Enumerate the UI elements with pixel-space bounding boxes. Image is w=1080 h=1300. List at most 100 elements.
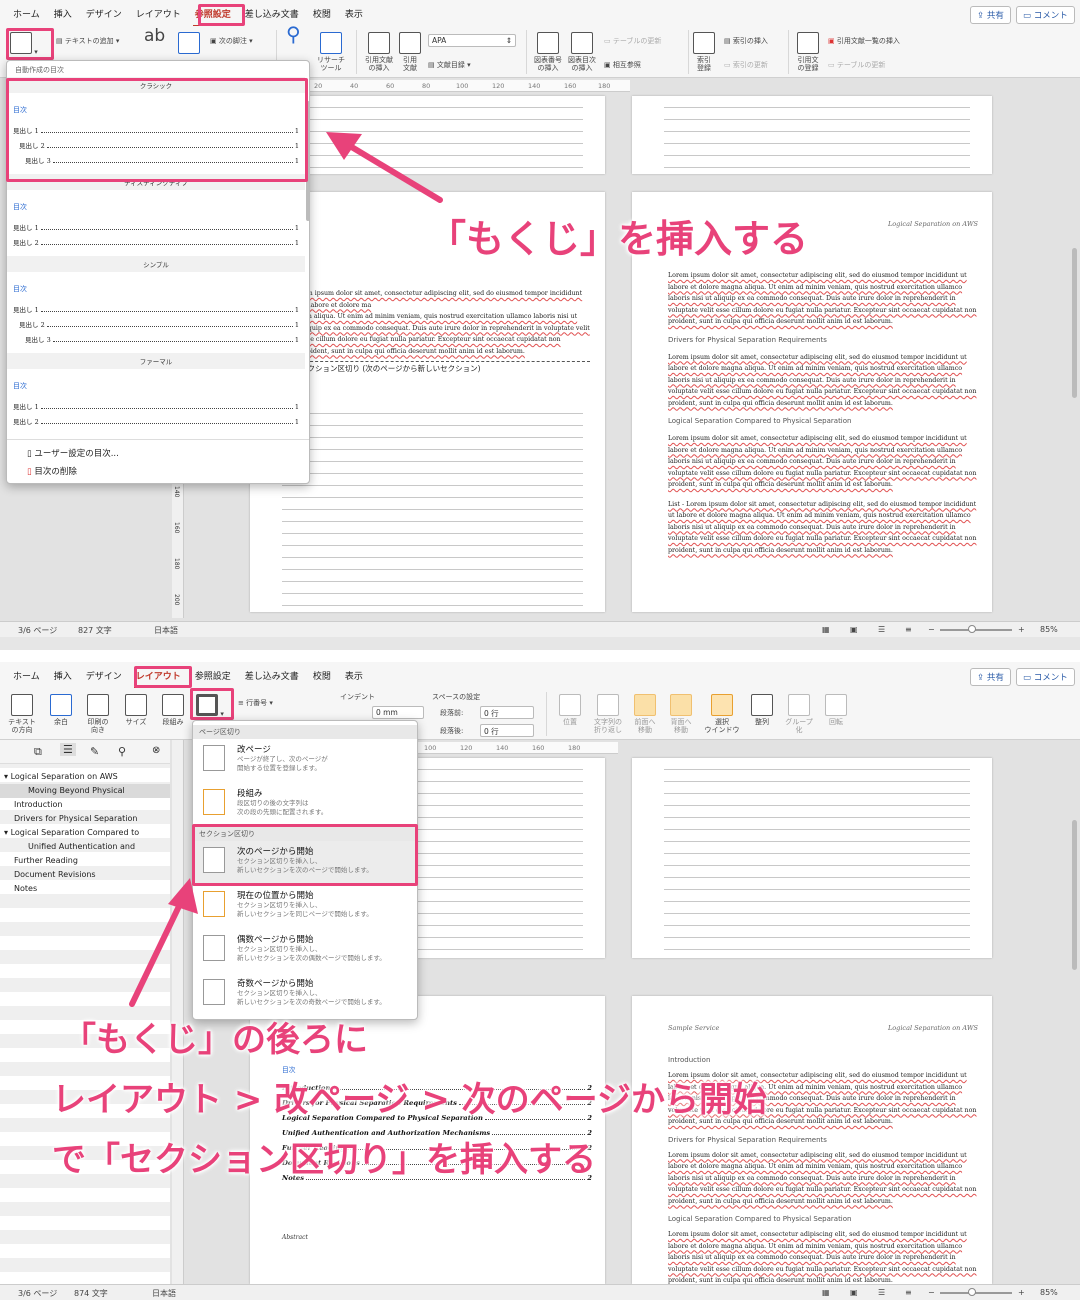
tab-home[interactable]: ホーム [6,666,47,685]
bibliography-button[interactable]: ▤ 文献目録 ▾ [428,60,471,70]
page-break-item[interactable]: 改ページ ページが終了し、次のページが 開始する位置を登録します。 [193,739,417,783]
insert-citation-button[interactable]: 引用文献 の挿入 [362,32,396,72]
zoom-level[interactable]: 85% [1040,1288,1058,1297]
citation-button[interactable]: 引用 文献 [398,32,422,72]
tab-design[interactable]: デザイン [79,4,129,23]
add-text-button[interactable]: ▤ テキストの追加 ▾ [56,36,119,46]
mark-citation-button[interactable]: 引用文 の登録 [794,32,822,72]
tab-mailings[interactable]: 差し込み文書 [238,4,306,23]
tab-review[interactable]: 校閲 [306,666,338,685]
orientation-button[interactable]: 印刷の 向き [82,694,114,734]
next-footnote-button[interactable]: ▣ 次の脚注 ▾ [210,36,253,46]
toc-button[interactable]: ▾ [10,32,38,56]
outline-icon[interactable]: ☰ [878,1288,885,1297]
spacing-after-input[interactable]: 0 行 [480,724,534,737]
zoom-in-icon[interactable]: + [1018,625,1025,634]
tab-insert[interactable]: 挿入 [47,4,79,23]
zoom-slider[interactable] [940,1292,1012,1294]
word-count[interactable]: 827 文字 [78,625,112,636]
zoom-in-icon[interactable]: + [1018,1288,1025,1297]
share-button[interactable]: ⇪ 共有 [970,668,1011,686]
update-table-button[interactable]: ▭ テーブルの更新 [604,36,661,46]
vertical-scrollbar[interactable] [1072,248,1077,398]
zoom-slider-handle[interactable] [968,625,976,633]
tab-references[interactable]: 参照設定 [188,4,238,27]
nav-item[interactable]: Drivers for Physical Separation [14,814,137,823]
web-layout-icon[interactable]: ▣ [850,1288,858,1297]
share-button[interactable]: ⇪ 共有 [970,6,1011,24]
breaks-button[interactable]: ▾ [194,694,226,718]
indent-left-input[interactable]: 0 mm [372,706,424,719]
language-indicator[interactable]: 日本語 [152,1288,176,1299]
mark-entry-button[interactable]: 索引 登録 [692,32,716,72]
update-index-button[interactable]: ▭ 索引の更新 [724,60,768,70]
comment-button[interactable]: ▭ コメント [1016,668,1075,686]
nav-item[interactable]: Unified Authentication and [28,842,135,851]
insert-table-of-figures-button[interactable]: 図表目次 の挿入 [566,32,598,72]
print-layout-icon[interactable]: ▦ [822,1288,830,1297]
toc-style-simple[interactable]: シンプル 目次 見出し 1 1 見出し 2 1 見出し 3 1 [7,256,305,353]
bring-forward-button[interactable]: 前面へ 移動 [630,694,660,734]
vertical-ruler[interactable]: 140 160 180 200 [172,478,184,618]
insert-footnote-icon[interactable]: ab [144,28,165,45]
draft-icon[interactable]: ≡ [905,1288,912,1297]
nav-item[interactable]: Document Revisions [14,870,96,879]
line-numbers-button[interactable]: ≡ 行番号 ▾ [238,698,273,708]
insert-caption-button[interactable]: 図表番号 の挿入 [532,32,564,72]
insert-table-of-authorities-button[interactable]: ▣ 引用文献一覧の挿入 [828,36,900,46]
tab-insert[interactable]: 挿入 [47,666,79,685]
margins-button[interactable]: 余白 [46,694,76,726]
research-tool-button[interactable]: リサーチ ツール [314,32,348,72]
toc-style-classic[interactable]: クラシック 目次 見出し 1 1 見出し 2 1 見出し 3 1 [7,77,305,174]
text-direction-button[interactable]: テキスト の方向 [6,694,38,734]
zoom-out-icon[interactable]: − [928,1288,935,1297]
vertical-scrollbar[interactable] [1072,820,1077,970]
position-button[interactable]: 位置 [556,694,584,726]
toc-style-formal[interactable]: ファーマル 目次 見出し 1 1 見出し 2 1 [7,353,305,433]
horizontal-ruler[interactable]: 100 120 140 160 180 [418,742,618,754]
nav-item[interactable]: Introduction [14,800,62,809]
tab-view[interactable]: 表示 [338,666,370,685]
search-icon[interactable]: ⚲ [118,745,126,758]
tab-layout[interactable]: レイアウト [129,666,188,689]
selection-pane-button[interactable]: 選択 ウインドウ [702,694,742,734]
group-button[interactable]: グループ 化 [782,694,816,734]
zoom-out-icon[interactable]: − [928,625,935,634]
tab-home[interactable]: ホーム [6,4,47,23]
insert-endnote-button[interactable] [178,32,200,56]
align-button[interactable]: 整列 [748,694,776,726]
zoom-level[interactable]: 85% [1040,625,1058,634]
send-backward-button[interactable]: 背面へ 移動 [666,694,696,734]
close-icon[interactable]: ⊗ [152,745,160,756]
toc-style-distinctive[interactable]: ディスティンクティブ 目次 見出し 1 1 見出し 2 1 [7,174,305,256]
spacing-before-input[interactable]: 0 行 [480,706,534,719]
insert-index-button[interactable]: ▤ 索引の挿入 [724,36,768,46]
wrap-text-button[interactable]: 文字列の 折り返し [590,694,626,734]
custom-toc-menu-item[interactable]: ▯ ユーザー設定の目次... [27,447,119,459]
nav-item[interactable]: Further Reading [14,856,78,865]
remove-toc-menu-item[interactable]: ▯ 目次の削除 [27,465,77,477]
odd-page-section-break-item[interactable]: 奇数ページから開始 セクション区切りを挿入し、 新しいセクションを次の奇数ページで… [193,973,417,1017]
horizontal-ruler[interactable]: 20 40 60 80 100 120 140 160 180 [300,80,630,92]
draft-icon[interactable]: ≡ [905,625,912,634]
even-page-section-break-item[interactable]: 偶数ページから開始 セクション区切りを挿入し、 新しいセクションを次の偶数ページで… [193,929,417,973]
continuous-section-break-item[interactable]: 現在の位置から開始 セクション区切りを挿入し、 新しいセクションを同じページで開始… [193,885,417,929]
page-count[interactable]: 3/6 ページ [18,1288,57,1299]
tab-layout[interactable]: レイアウト [129,4,188,23]
tab-design[interactable]: デザイン [79,666,129,685]
language-indicator[interactable]: 日本語 [154,625,178,636]
nav-item-selected[interactable]: Moving Beyond Physical [0,784,170,798]
tab-mailings[interactable]: 差し込み文書 [238,666,306,685]
columns-button[interactable]: 段組み [158,694,188,726]
tab-review[interactable]: 校閲 [306,4,338,23]
zoom-slider-handle[interactable] [968,1288,976,1296]
next-page-section-break-item[interactable]: 次のページから開始 セクション区切りを挿入し、 新しいセクションを次のページで開始… [193,841,417,885]
update-table2-button[interactable]: ▭ テーブルの更新 [828,60,885,70]
nav-item[interactable]: ▾ Logical Separation on AWS [4,772,118,781]
smart-lookup-icon[interactable]: ⚲ [286,24,301,44]
comments-view-icon[interactable]: ✎ [90,745,99,758]
page-count[interactable]: 3/6 ページ [18,625,57,636]
nav-item[interactable]: ▾ Logical Separation Compared to [4,828,139,837]
outline-icon[interactable]: ☰ [878,625,885,634]
cross-reference-button[interactable]: ▣ 相互参照 [604,60,641,70]
